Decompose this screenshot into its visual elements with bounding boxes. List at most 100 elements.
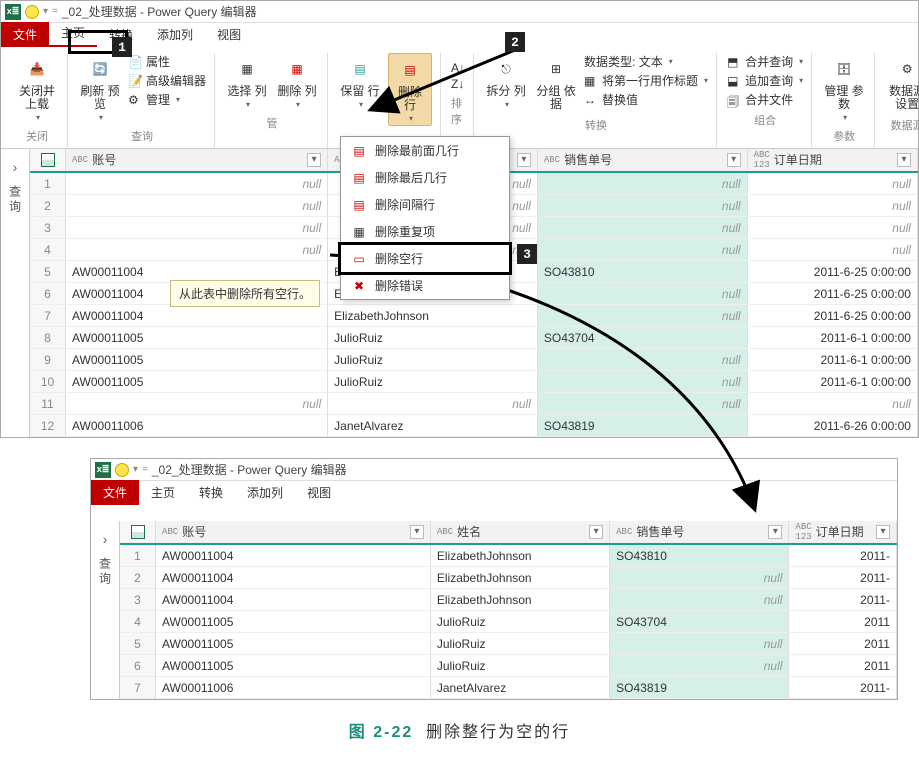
row-number[interactable]: 7 (120, 677, 156, 699)
remove-columns-button[interactable]: ▦删除 列▾ (275, 53, 319, 111)
cell[interactable]: null (538, 173, 748, 195)
cell[interactable]: AW00011004 (156, 545, 431, 567)
group-by-button[interactable]: ⊞分组 依据 (534, 53, 578, 113)
row-number[interactable]: 5 (30, 261, 66, 283)
table-row[interactable]: 9AW00011005JulioRuiznull2011-6-1 0:00:00 (30, 349, 918, 371)
cell[interactable]: AW00011005 (66, 327, 328, 349)
row-number[interactable]: 11 (30, 393, 66, 415)
sort-desc-button[interactable]: Z↓ (451, 77, 464, 91)
tab-view[interactable]: 视图 (295, 480, 343, 505)
cell[interactable]: null (748, 239, 918, 261)
manage-params-button[interactable]: 🗄管理 参数▾ (822, 53, 866, 124)
cell[interactable]: 2011- (789, 677, 897, 699)
cell[interactable]: null (748, 393, 918, 415)
cell[interactable]: null (748, 195, 918, 217)
cell[interactable]: JulioRuiz (431, 655, 610, 677)
tab-view[interactable]: 视图 (205, 22, 253, 47)
row-number[interactable]: 4 (120, 611, 156, 633)
table-row[interactable]: 4AW00011005JulioRuizSO437042011 (120, 611, 897, 633)
remove-rows-button[interactable]: ▤删除 行▾ (388, 53, 432, 126)
cell[interactable]: 2011- (789, 545, 897, 567)
tab-addcolumn[interactable]: 添加列 (235, 480, 295, 505)
remove-bottom-rows-item[interactable]: ▤删除最后几行 (341, 164, 509, 191)
cell[interactable]: null (610, 589, 789, 611)
remove-blank-rows-item[interactable]: ▭删除空行3 (341, 245, 509, 272)
table-row[interactable]: 7AW00011004ElizabethJohnsonnull2011-6-25… (30, 305, 918, 327)
col-header-account[interactable]: ABC账号▾ (66, 149, 328, 171)
cell[interactable]: 2011- (789, 589, 897, 611)
col-header-order[interactable]: ABC销售单号▾ (538, 149, 748, 171)
table-row[interactable]: 2AW00011004ElizabethJohnsonnull2011- (120, 567, 897, 589)
cell[interactable]: null (748, 173, 918, 195)
cell[interactable]: AW00011006 (156, 677, 431, 699)
cell[interactable]: null (538, 305, 748, 327)
col-header-date[interactable]: ABC123订单日期▾ (748, 149, 918, 171)
append-queries-button[interactable]: ⬓追加查询▾ (727, 72, 803, 89)
cell[interactable]: null (538, 217, 748, 239)
cell[interactable]: null (66, 239, 328, 261)
row-number[interactable]: 4 (30, 239, 66, 261)
tab-file[interactable]: 文件 (91, 480, 139, 505)
split-column-button[interactable]: ⎋拆分 列▾ (484, 53, 528, 111)
tab-file[interactable]: 文件 (1, 22, 49, 47)
cell[interactable]: null (328, 393, 538, 415)
cell[interactable]: null (538, 393, 748, 415)
table-row[interactable]: 7AW00011006JanetAlvarezSO438192011- (120, 677, 897, 699)
tab-addcolumn[interactable]: 添加列 (145, 22, 205, 47)
qat-dropdown-icon[interactable]: ▾ (133, 464, 138, 475)
remove-duplicates-item[interactable]: ▦删除重复项 (341, 218, 509, 245)
remove-errors-item[interactable]: ✖删除错误 (341, 272, 509, 299)
row-number[interactable]: 6 (30, 283, 66, 305)
cell[interactable]: SO43810 (538, 261, 748, 283)
ds-settings-button[interactable]: ⚙数据源 设置 (885, 53, 919, 113)
cell[interactable]: AW00011005 (156, 633, 431, 655)
table-row[interactable]: 5AW00011005JulioRuiznull2011 (120, 633, 897, 655)
cell[interactable]: AW00011005 (66, 371, 328, 393)
remove-top-rows-item[interactable]: ▤删除最前面几行 (341, 137, 509, 164)
datatype-button[interactable]: 数据类型: 文本▾ (584, 53, 673, 70)
table-row[interactable]: 8AW00011005JulioRuizSO437042011-6-1 0:00… (30, 327, 918, 349)
manage-button[interactable]: ⚙管理▾ (128, 91, 180, 108)
replace-values-button[interactable]: ↔替换值 (584, 91, 638, 108)
row-number[interactable]: 2 (120, 567, 156, 589)
table-row[interactable]: 10AW00011005JulioRuiznull2011-6-1 0:00:0… (30, 371, 918, 393)
cell[interactable]: JulioRuiz (431, 611, 610, 633)
cell[interactable]: null (66, 393, 328, 415)
row-number[interactable]: 6 (120, 655, 156, 677)
table-row[interactable]: 12AW00011006JanetAlvarezSO438192011-6-26… (30, 415, 918, 437)
cell[interactable]: SO43819 (610, 677, 789, 699)
cell[interactable]: AW00011004 (156, 567, 431, 589)
cell[interactable]: null (610, 633, 789, 655)
cell[interactable]: 2011- (789, 567, 897, 589)
cell[interactable]: null (748, 217, 918, 239)
cell[interactable]: 2011-6-1 0:00:00 (748, 327, 918, 349)
cell[interactable]: ElizabethJohnson (431, 589, 610, 611)
row-number[interactable]: 1 (120, 545, 156, 567)
cell[interactable]: AW00011005 (156, 655, 431, 677)
cell[interactable]: 2011-6-25 0:00:00 (748, 305, 918, 327)
cell[interactable]: JulioRuiz (328, 371, 538, 393)
cell[interactable]: AW00011005 (156, 611, 431, 633)
first-row-header-button[interactable]: ▦将第一行用作标题▾ (584, 72, 708, 89)
cell[interactable]: AW00011004 (156, 589, 431, 611)
cell[interactable]: 2011-6-25 0:00:00 (748, 283, 918, 305)
sort-asc-button[interactable]: A↓ (451, 61, 465, 75)
row-header-corner[interactable] (120, 521, 156, 543)
cell[interactable]: null (66, 195, 328, 217)
cell[interactable]: null (66, 217, 328, 239)
cell[interactable]: 2011 (789, 611, 897, 633)
cell[interactable]: AW00011006 (66, 415, 328, 437)
adv-editor-button[interactable]: 📝高级编辑器 (128, 72, 206, 89)
cell[interactable]: JanetAlvarez (328, 415, 538, 437)
cell[interactable]: null (66, 173, 328, 195)
cell[interactable]: SO43819 (538, 415, 748, 437)
col-header-name[interactable]: ABC姓名▾ (431, 521, 610, 543)
row-number[interactable]: 3 (30, 217, 66, 239)
remove-alt-rows-item[interactable]: ▤删除间隔行 (341, 191, 509, 218)
row-number[interactable]: 10 (30, 371, 66, 393)
close-and-load-button[interactable]: 📥关闭并 上载▾ (15, 53, 59, 124)
expand-pane-icon[interactable]: › (13, 159, 18, 175)
cell[interactable]: null (538, 195, 748, 217)
qat-dropdown-icon[interactable]: ▾ (43, 6, 48, 17)
cell[interactable]: SO43704 (610, 611, 789, 633)
